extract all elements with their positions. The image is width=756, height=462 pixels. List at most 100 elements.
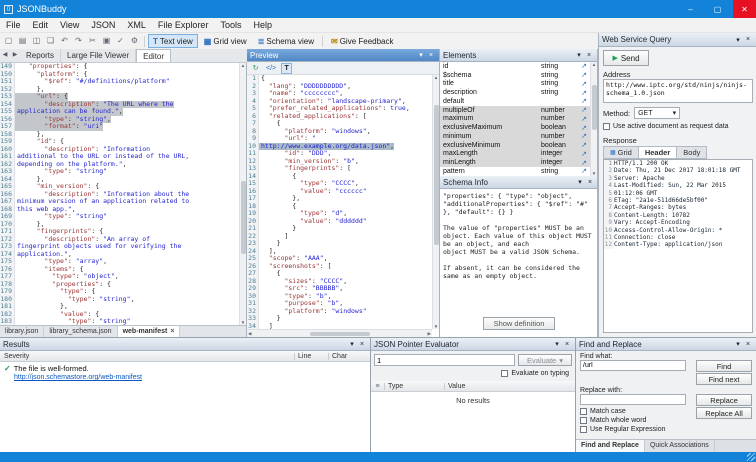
goto-definition-icon[interactable]: ↗ bbox=[577, 80, 587, 88]
goto-definition-icon[interactable]: ↗ bbox=[577, 71, 587, 79]
scrollbar-thumb[interactable] bbox=[241, 181, 246, 254]
scroll-up-icon[interactable]: ▲ bbox=[434, 75, 438, 80]
code-view-icon[interactable]: </> bbox=[264, 63, 278, 74]
response-tab-grid[interactable]: ▦Grid bbox=[603, 146, 638, 159]
replace-button[interactable]: Replace bbox=[696, 394, 752, 406]
file-tab-library-schema-json[interactable]: library_schema.json bbox=[44, 326, 117, 337]
method-select[interactable]: GET ▾ bbox=[634, 107, 680, 119]
file-tab-web-manifest[interactable]: web-manifest× bbox=[118, 326, 181, 337]
checkbox-match-case[interactable]: Match case bbox=[580, 408, 665, 415]
chevron-down-icon[interactable]: ▾ bbox=[574, 51, 584, 59]
element-row[interactable]: maxLengthinteger↗ bbox=[440, 150, 590, 159]
doc-tab-editor[interactable]: Editor bbox=[136, 49, 171, 62]
chevron-down-icon[interactable]: ▾ bbox=[575, 178, 585, 186]
goto-definition-icon[interactable]: ↗ bbox=[577, 141, 587, 149]
preview-code-area[interactable]: 1{2 "lang": "DDDDDDDDDD",3 "name": "cccc… bbox=[247, 75, 432, 329]
doc-tab-large-file-viewer[interactable]: Large File Viewer bbox=[61, 49, 136, 62]
scrollbar-thumb[interactable] bbox=[310, 332, 370, 336]
element-row[interactable]: $schemastring↗ bbox=[440, 71, 590, 80]
maximize-button[interactable]: ▢ bbox=[706, 0, 729, 18]
grid-view-button[interactable]: ▦ Grid view bbox=[199, 34, 252, 48]
menu-item-json[interactable]: JSON bbox=[85, 18, 121, 33]
element-row[interactable]: default↗ bbox=[440, 97, 590, 106]
chevron-down-icon[interactable]: ▾ bbox=[552, 340, 562, 348]
chevron-down-icon[interactable]: ▾ bbox=[733, 340, 743, 348]
element-row[interactable]: exclusiveMaximumboolean↗ bbox=[440, 123, 590, 132]
element-row[interactable]: maximumnumber↗ bbox=[440, 115, 590, 124]
close-icon[interactable]: × bbox=[170, 326, 174, 337]
minimize-button[interactable]: – bbox=[679, 0, 702, 18]
scroll-up-icon[interactable]: ▲ bbox=[592, 62, 596, 67]
file-tab-library-json[interactable]: library.json bbox=[0, 326, 44, 337]
close-icon[interactable]: × bbox=[562, 341, 572, 348]
column-char[interactable]: Char bbox=[328, 353, 370, 360]
close-icon[interactable]: × bbox=[585, 179, 595, 186]
address-input[interactable]: http://www.iptc.org/std/ninjs/ninjs-sche… bbox=[603, 79, 753, 103]
column-severity[interactable]: Severity bbox=[0, 353, 294, 360]
column-line[interactable]: Line bbox=[294, 353, 328, 360]
schema-view-button[interactable]: ≣ Schema view bbox=[253, 34, 319, 48]
checkbox-match-whole-word[interactable]: Match whole word bbox=[580, 417, 665, 424]
menu-item-edit[interactable]: Edit bbox=[27, 18, 55, 33]
elements-vertical-scrollbar[interactable]: ▲ ▼ bbox=[590, 62, 597, 176]
preview-horizontal-scrollbar[interactable]: ◀ ▶ bbox=[247, 329, 432, 337]
find-button[interactable]: Find bbox=[696, 360, 752, 372]
undo-icon[interactable]: ↶ bbox=[58, 35, 71, 48]
schema-link[interactable]: http://json.schemastore.org/web-manifest bbox=[0, 373, 370, 381]
use-active-document-checkbox[interactable]: Use active document as request data bbox=[603, 123, 729, 130]
goto-definition-icon[interactable]: ↗ bbox=[577, 97, 587, 105]
open-file-icon[interactable]: ▤ bbox=[16, 35, 29, 48]
cut-icon[interactable]: ✂ bbox=[86, 35, 99, 48]
editor-code-area[interactable]: 149 "properties": {150 "platform": {151 … bbox=[0, 63, 239, 325]
code-line[interactable]: 183 "type": "string" bbox=[0, 318, 239, 325]
element-row[interactable]: titlestring↗ bbox=[440, 80, 590, 89]
scrollbar-thumb[interactable] bbox=[592, 85, 597, 131]
goto-definition-icon[interactable]: ↗ bbox=[577, 159, 587, 167]
panel-tab-quick-associations[interactable]: Quick Associations bbox=[645, 440, 715, 452]
menu-item-tools[interactable]: Tools bbox=[214, 18, 247, 33]
scroll-up-icon[interactable]: ▲ bbox=[241, 63, 245, 68]
goto-definition-icon[interactable]: ↗ bbox=[577, 124, 587, 132]
element-row[interactable]: descriptionstring↗ bbox=[440, 88, 590, 97]
replace-all-button[interactable]: Replace All bbox=[696, 407, 752, 419]
evaluate-button[interactable]: Evaluate ▾ bbox=[518, 354, 572, 366]
close-icon[interactable]: × bbox=[743, 36, 753, 43]
close-icon[interactable]: × bbox=[743, 341, 753, 348]
response-tab-body[interactable]: Body bbox=[676, 146, 707, 159]
goto-definition-icon[interactable]: ↗ bbox=[577, 150, 587, 158]
response-tab-header[interactable]: Header bbox=[638, 146, 676, 159]
element-row[interactable]: idstring↗ bbox=[440, 62, 590, 71]
redo-icon[interactable]: ↷ bbox=[72, 35, 85, 48]
code-line[interactable]: 33 } bbox=[247, 315, 432, 323]
goto-definition-icon[interactable]: ↗ bbox=[577, 115, 587, 123]
doc-tab-reports[interactable]: Reports bbox=[20, 49, 61, 62]
result-row[interactable]: ✓ The file is well-formed. bbox=[0, 362, 370, 373]
chevron-down-icon[interactable]: ▾ bbox=[347, 340, 357, 348]
copy-icon[interactable]: ▣ bbox=[100, 35, 113, 48]
new-document-icon[interactable]: ▢ bbox=[2, 35, 15, 48]
close-icon[interactable]: × bbox=[357, 341, 367, 348]
goto-definition-icon[interactable]: ↗ bbox=[577, 89, 587, 97]
pointer-input[interactable] bbox=[374, 354, 515, 366]
menu-item-file[interactable]: File bbox=[0, 18, 27, 33]
menu-item-xml[interactable]: XML bbox=[121, 18, 152, 33]
close-button[interactable]: ✕ bbox=[733, 0, 756, 18]
find-next-button[interactable]: Find next bbox=[696, 373, 752, 385]
element-row[interactable]: exclusiveMinimumboolean↗ bbox=[440, 141, 590, 150]
resize-grip[interactable] bbox=[747, 453, 755, 461]
goto-definition-icon[interactable]: ↗ bbox=[577, 167, 587, 175]
element-row[interactable]: multipleOfnumber↗ bbox=[440, 106, 590, 115]
goto-definition-icon[interactable]: ↗ bbox=[577, 62, 587, 70]
close-icon[interactable]: × bbox=[426, 52, 436, 59]
scroll-down-icon[interactable]: ▼ bbox=[434, 324, 438, 329]
preview-vertical-scrollbar[interactable]: ▲ ▼ bbox=[432, 75, 439, 329]
chevron-down-icon[interactable]: ▾ bbox=[416, 51, 426, 59]
menu-item-help[interactable]: Help bbox=[247, 18, 278, 33]
goto-definition-icon[interactable]: ↗ bbox=[577, 106, 587, 114]
element-row[interactable]: minimumnumber↗ bbox=[440, 132, 590, 141]
scroll-right-icon[interactable]: ▶ bbox=[428, 331, 431, 337]
send-button[interactable]: ▶ Send bbox=[603, 50, 649, 66]
evaluate-on-typing-checkbox[interactable]: Evaluate on typing bbox=[501, 370, 569, 377]
checkbox-use-regular-expression[interactable]: Use Regular Expression bbox=[580, 426, 665, 433]
goto-definition-icon[interactable]: ↗ bbox=[577, 132, 587, 140]
